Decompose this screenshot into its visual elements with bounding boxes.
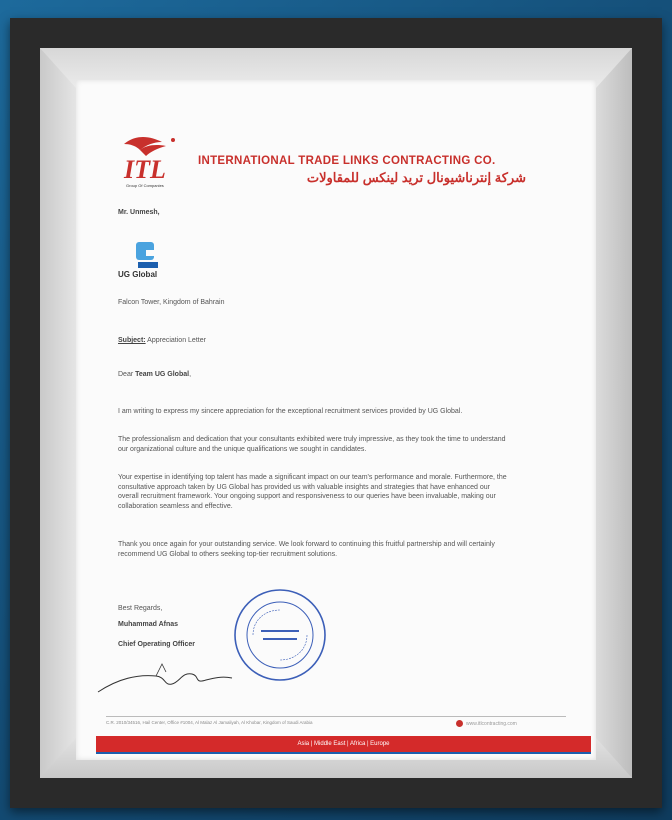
paragraph-4: Thank you once again for your outstandin…	[118, 541, 495, 558]
signer-title: Chief Operating Officer	[118, 641, 196, 648]
footer-regions-band: Asia | Middle East | Africa | Europe	[96, 736, 591, 752]
paragraph-3: Your expertise in identifying top talent…	[118, 474, 507, 510]
recipient-address: Falcon Tower, Kingdom of Bahrain	[118, 299, 225, 306]
footer-blue-rule	[96, 752, 591, 754]
signature-icon	[97, 663, 233, 693]
company-stamp-icon	[234, 589, 326, 681]
paragraph-1: I am writing to express my sincere appre…	[118, 408, 463, 415]
closing: Best Regards,	[118, 605, 163, 612]
company-name-en: INTERNATIONAL TRADE LINKS CONTRACTING CO…	[198, 155, 496, 167]
itl-logo-icon: ITL Group Of Companies	[123, 137, 175, 188]
signer-name: Muhammad Afnas	[118, 621, 179, 628]
company-name-ar: شركة إنترناشيونال تريد لينكس للمقاولات	[306, 170, 526, 185]
subject-text: Appreciation Letter	[145, 337, 206, 344]
paragraph-2: The professionalism and dedication that …	[118, 436, 506, 453]
subject-label: Subject:	[118, 337, 146, 344]
footer-address: C.R. 2010/34516, Hail Center, Office #10…	[106, 720, 313, 725]
svg-text:ITL: ITL	[123, 155, 166, 184]
letter-paper: ITL Group Of Companies INTERNATIONAL TRA…	[76, 80, 596, 760]
greeting: Dear Team UG Global,	[118, 371, 192, 378]
globe-icon	[456, 720, 463, 727]
recipient-org: UG Global	[118, 270, 158, 279]
addressee: Mr. Unmesh,	[118, 209, 160, 216]
svg-text:Group Of Companies: Group Of Companies	[126, 183, 164, 188]
footer-website: www.itlcontracting.com	[456, 720, 517, 727]
subject-line: Subject: Appreciation Letter	[118, 336, 206, 346]
footer-divider	[106, 716, 566, 717]
